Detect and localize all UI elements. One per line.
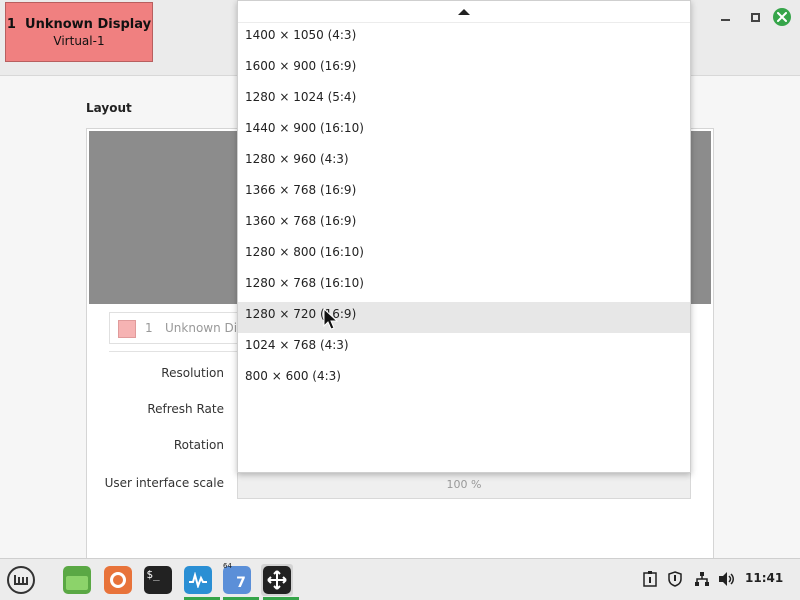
close-button[interactable] xyxy=(773,8,791,26)
resolution-option[interactable]: 1024 × 768 (4:3) xyxy=(238,333,690,364)
close-icon xyxy=(777,12,787,22)
resolution-option[interactable]: 1280 × 960 (4:3) xyxy=(238,147,690,178)
taskbar-terminal-button[interactable]: $_ xyxy=(142,564,174,596)
display-badge-title: 1 Unknown Display xyxy=(6,17,152,32)
resolution-option[interactable]: 1280 × 768 (16:10) xyxy=(238,271,690,302)
resolution-option[interactable]: 1280 × 800 (16:10) xyxy=(238,240,690,271)
clipboard-icon xyxy=(643,571,657,587)
rotation-label: Rotation xyxy=(173,438,224,452)
refresh-rate-label: Refresh Rate xyxy=(147,402,224,416)
wine-icon: 7 xyxy=(223,566,251,594)
display-settings-icon xyxy=(263,566,291,594)
resolution-options: 1400 × 1050 (4:3) 1600 × 900 (16:9) 1280 ×… xyxy=(238,23,690,395)
resolution-option[interactable]: 1366 × 768 (16:9) xyxy=(238,178,690,209)
ui-scale-field[interactable]: 100 % xyxy=(237,470,691,499)
volume-icon xyxy=(719,572,734,586)
resolution-option[interactable]: 1440 × 900 (16:10) xyxy=(238,116,690,147)
menu-icon xyxy=(7,566,35,594)
files-icon xyxy=(63,566,91,594)
separator xyxy=(109,351,249,352)
ui-scale-label: User interface scale xyxy=(104,476,224,490)
taskbar-files-button[interactable] xyxy=(61,564,93,596)
clock[interactable]: 11:41 xyxy=(745,571,783,585)
resolution-option[interactable]: 1600 × 900 (16:9) xyxy=(238,54,690,85)
minimize-button[interactable] xyxy=(715,7,735,27)
network-icon xyxy=(695,572,709,586)
resolution-option[interactable]: 1280 × 720 (16:9) xyxy=(238,302,690,333)
display-color-swatch xyxy=(118,320,136,338)
taskbar-firefox-button[interactable] xyxy=(102,564,134,596)
mouse-cursor-icon xyxy=(323,308,339,330)
minimize-icon xyxy=(720,19,730,21)
shield-icon xyxy=(668,571,682,587)
display-list-item[interactable]: 1 Unknown Display xyxy=(109,312,249,344)
scroll-up-button[interactable] xyxy=(238,1,690,23)
taskbar-display-settings-button[interactable] xyxy=(261,564,299,600)
layout-heading: Layout xyxy=(86,101,132,115)
taskbar-menu-button[interactable] xyxy=(5,564,37,596)
tray-volume[interactable] xyxy=(718,571,736,591)
resolution-option[interactable]: 1280 × 1024 (5:4) xyxy=(238,85,690,116)
taskbar: $_ 7 64 11:41 xyxy=(0,558,800,600)
firefox-icon xyxy=(104,566,132,594)
resolution-option[interactable]: 1400 × 1050 (4:3) xyxy=(238,23,690,54)
tray-clipboard[interactable] xyxy=(643,571,657,591)
display-badge-connector: Virtual-1 xyxy=(53,34,105,48)
resolution-dropdown-menu[interactable]: 1400 × 1050 (4:3) 1600 × 900 (16:9) 1280 ×… xyxy=(237,0,691,473)
wine-badge: 64 xyxy=(223,562,232,570)
maximize-icon xyxy=(750,12,760,22)
resolution-option[interactable]: 1360 × 768 (16:9) xyxy=(238,209,690,240)
maximize-button[interactable] xyxy=(745,7,765,27)
tray-update-manager[interactable] xyxy=(667,571,683,591)
tray-network[interactable] xyxy=(694,571,710,591)
arrow-up-icon xyxy=(458,8,470,15)
resolution-option[interactable]: 800 × 600 (4:3) xyxy=(238,364,690,395)
taskbar-wine-button[interactable]: 7 64 xyxy=(221,562,259,600)
taskbar-system-monitor-button[interactable] xyxy=(182,564,220,600)
display-number: 1 xyxy=(145,321,153,335)
resolution-label: Resolution xyxy=(161,366,224,380)
terminal-icon: $_ xyxy=(144,566,172,594)
system-monitor-icon xyxy=(184,566,212,594)
display-badge[interactable]: 1 Unknown Display Virtual-1 xyxy=(5,2,153,62)
